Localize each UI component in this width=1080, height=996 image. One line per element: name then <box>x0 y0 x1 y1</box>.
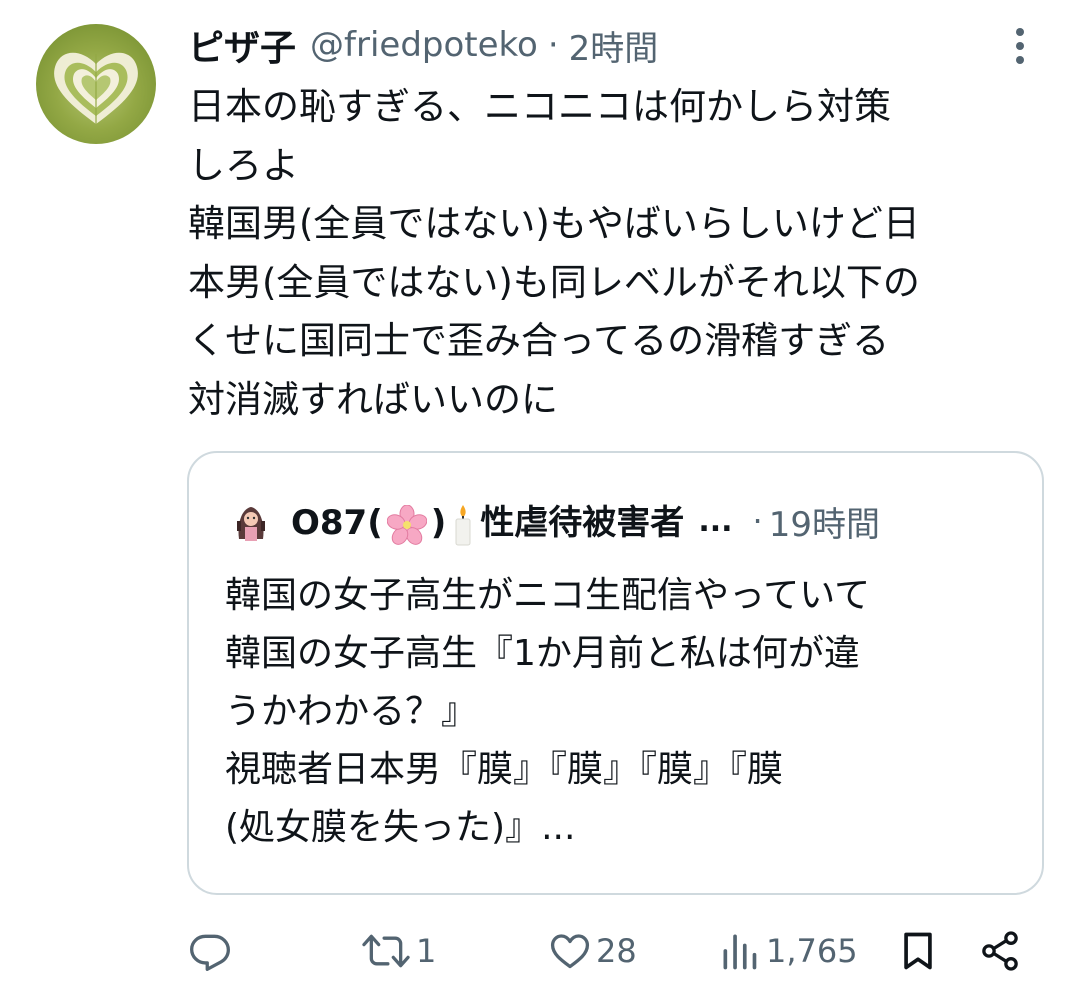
retweet-icon <box>362 934 410 968</box>
reply-icon <box>190 934 230 971</box>
quoted-display-name[interactable]: O87( ) 性虐待被害者 <box>291 495 684 547</box>
views-count: 1,765 <box>766 932 858 970</box>
tweet-text: 日本の恥すぎる、ニコニコは何かしら対策 しろよ 韓国男(全員ではない)もやばいら… <box>188 78 1048 429</box>
bookmark-button[interactable] <box>896 918 940 984</box>
candle-icon <box>450 503 476 547</box>
quoted-text-line: うかわかる？』 <box>225 691 478 732</box>
quoted-timestamp[interactable]: 19時間 <box>769 497 880 546</box>
more-vertical-icon <box>1016 28 1024 64</box>
user-handle[interactable]: @friedpoteko <box>310 25 538 65</box>
quoted-text-line: (処女膜を失った)』... <box>225 807 576 848</box>
tweet-text-line: くせに国同士で歪み合ってるの滑稽すぎる <box>188 319 890 362</box>
like-button[interactable]: 28 <box>548 918 637 984</box>
share-button[interactable] <box>978 918 1022 984</box>
quoted-tweet-card[interactable]: O87( ) 性虐待被害者 ... · 19時間 韓国の女子高生がニコ生配信やっ… <box>187 451 1044 895</box>
quoted-text-line: 韓国の女子高生『1か月前と私は何が違 <box>225 633 860 674</box>
tweet-header: ピザ子 @friedpoteko · 2時間 <box>188 20 658 70</box>
bookmark-icon <box>904 932 932 970</box>
name-truncation: ... <box>698 503 733 539</box>
latte-art-heart-icon <box>54 52 138 124</box>
tweet-action-bar: 1 28 1,765 <box>0 918 1080 984</box>
tweet-text-line: 韓国男(全員ではない)もやばいらしいけど日 <box>188 202 920 245</box>
quoted-text-line: 韓国の女子高生がニコ生配信やっていて <box>225 575 871 616</box>
tweet-text-line: 本男(全員ではない)も同レベルがそれ以下の <box>188 260 920 304</box>
pixel-character-icon <box>229 499 273 543</box>
quoted-user-avatar <box>229 499 273 543</box>
quoted-tweet-text: 韓国の女子高生がニコ生配信やっていて 韓国の女子高生『1か月前と私は何が違 うか… <box>225 567 1025 857</box>
separator-dot: · <box>547 25 559 65</box>
tweet-text-line: しろよ <box>188 143 299 187</box>
reply-button[interactable] <box>188 918 232 984</box>
heart-icon <box>550 934 590 969</box>
retweet-button[interactable]: 1 <box>360 918 436 984</box>
like-count: 28 <box>596 932 637 970</box>
analytics-icon <box>723 934 757 970</box>
separator-dot: · <box>752 502 763 540</box>
quoted-text-line: 視聴者日本男『膜』『膜』『膜』『膜 <box>225 749 784 790</box>
user-avatar[interactable] <box>36 24 156 144</box>
tweet[interactable]: ピザ子 @friedpoteko · 2時間 日本の恥すぎる、ニコニコは何かしら… <box>0 0 1080 996</box>
display-name[interactable]: ピザ子 <box>188 19 296 71</box>
tweet-text-line: 日本の恥すぎる、ニコニコは何かしら対策 <box>188 85 891 128</box>
share-icon <box>982 931 1018 971</box>
tweet-text-line: 対消滅すればいいのに <box>188 377 558 421</box>
quoted-tweet-header: O87( ) 性虐待被害者 ... · 19時間 <box>229 495 880 547</box>
cherry-blossom-icon <box>386 504 427 545</box>
views-button[interactable]: 1,765 <box>718 918 858 984</box>
more-options-button[interactable] <box>1000 26 1040 66</box>
retweet-count: 1 <box>416 932 437 970</box>
timestamp[interactable]: 2時間 <box>569 21 659 70</box>
